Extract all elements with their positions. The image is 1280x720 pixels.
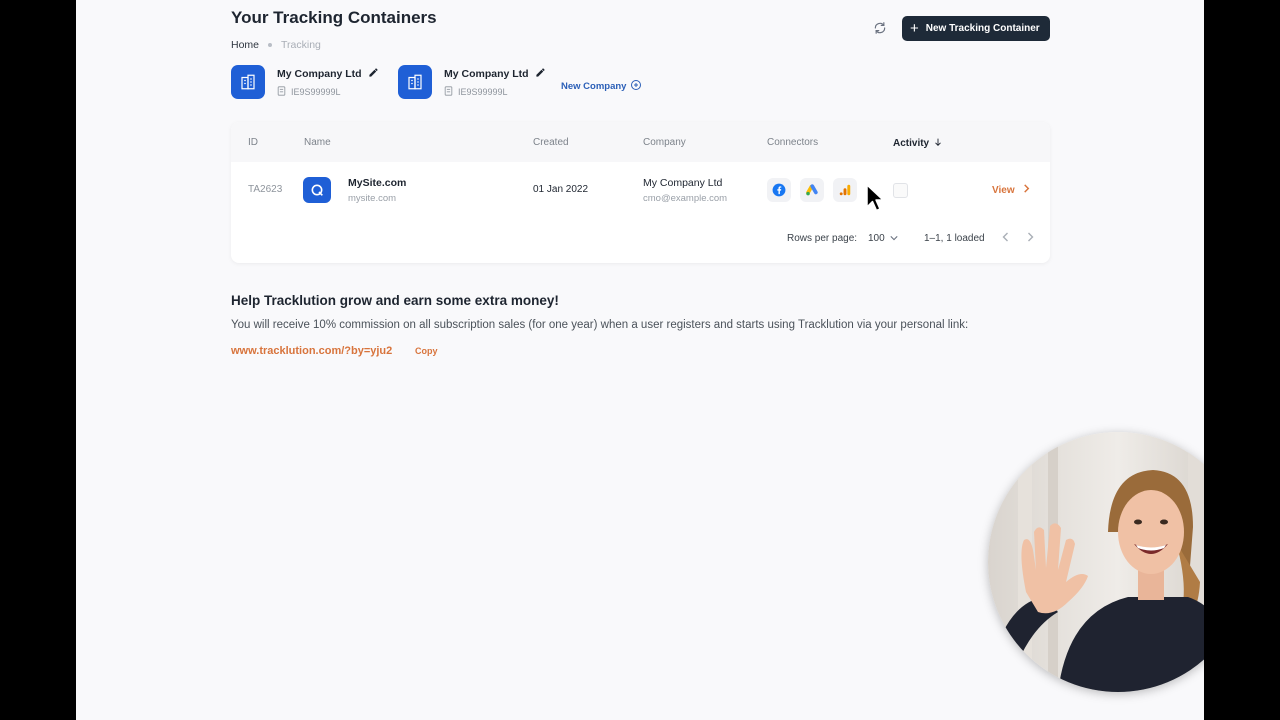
site-logo-icon xyxy=(303,177,331,203)
document-icon xyxy=(444,85,453,98)
view-label: View xyxy=(992,184,1015,196)
arrow-down-icon xyxy=(933,137,943,150)
breadcrumb-home[interactable]: Home xyxy=(231,39,259,51)
activity-checkbox[interactable] xyxy=(893,183,908,198)
view-link[interactable]: View xyxy=(992,184,1030,196)
facebook-icon[interactable] xyxy=(767,178,791,202)
table-header: ID Name Created Company Connectors Activ… xyxy=(231,122,1050,162)
mouse-cursor-icon xyxy=(865,183,885,218)
company-vat: IE9S99999L xyxy=(291,86,341,97)
page: Your Tracking Containers Home Tracking +… xyxy=(76,0,1204,720)
document-icon xyxy=(277,85,286,98)
breadcrumb: Home Tracking xyxy=(231,39,321,51)
company-card[interactable]: My Company Ltd IE9S99999L xyxy=(398,65,546,99)
chevron-left-icon[interactable] xyxy=(1002,230,1009,245)
chevron-right-icon[interactable] xyxy=(1027,230,1034,245)
rows-per-page-value: 100 xyxy=(868,233,885,244)
building-icon xyxy=(231,65,265,99)
tracking-containers-table: ID Name Created Company Connectors Activ… xyxy=(231,122,1050,263)
site-domain: mysite.com xyxy=(348,193,397,204)
google-analytics-icon[interactable] xyxy=(833,178,857,202)
rows-per-page-label: Rows per page: xyxy=(787,233,858,244)
page-title: Your Tracking Containers xyxy=(231,8,437,27)
breadcrumb-separator xyxy=(268,43,273,47)
pencil-icon[interactable] xyxy=(368,67,379,81)
company-vat: IE9S99999L xyxy=(458,86,508,97)
column-activity-label: Activity xyxy=(893,138,930,149)
new-company-button[interactable]: New Company xyxy=(561,79,642,94)
company-name: My Company Ltd xyxy=(277,67,362,80)
site-name[interactable]: MySite.com xyxy=(348,177,406,189)
affiliate-title: Help Tracklution grow and earn some extr… xyxy=(231,293,559,308)
row-id: TA2623 xyxy=(248,184,283,195)
referral-link[interactable]: www.tracklution.com/?by=yju2 xyxy=(231,345,392,357)
new-company-label: New Company xyxy=(561,81,627,92)
plus-circle-icon xyxy=(630,79,642,94)
google-ads-icon[interactable] xyxy=(800,178,824,202)
company-name: My Company Ltd xyxy=(444,67,529,80)
copy-button[interactable]: Copy xyxy=(415,346,438,356)
affiliate-text: You will receive 10% commission on all s… xyxy=(231,319,969,331)
rows-per-page-select[interactable]: 100 xyxy=(868,233,898,244)
row-company: My Company Ltd xyxy=(643,177,723,189)
column-activity[interactable]: Activity xyxy=(893,137,943,150)
column-name[interactable]: Name xyxy=(304,137,331,148)
refresh-icon[interactable] xyxy=(871,19,889,37)
chevron-down-icon xyxy=(890,233,898,244)
pagination-range: 1–1, 1 loaded xyxy=(924,233,985,244)
plus-icon: + xyxy=(910,19,919,37)
webcam-overlay xyxy=(988,432,1204,692)
pencil-icon[interactable] xyxy=(535,67,546,81)
new-tracking-container-label: New Tracking Container xyxy=(925,23,1040,34)
company-card[interactable]: My Company Ltd IE9S99999L xyxy=(231,65,379,99)
column-created[interactable]: Created xyxy=(533,137,569,148)
row-email: cmo@example.com xyxy=(643,193,728,204)
table-row[interactable]: TA2623 MySite.com mysite.com 01 Jan 2022… xyxy=(231,162,1050,217)
new-tracking-container-button[interactable]: + New Tracking Container xyxy=(902,16,1050,41)
column-connectors[interactable]: Connectors xyxy=(767,137,818,148)
chevron-right-icon xyxy=(1023,184,1030,196)
building-icon xyxy=(398,65,432,99)
row-created: 01 Jan 2022 xyxy=(533,184,589,195)
column-company[interactable]: Company xyxy=(643,137,686,148)
breadcrumb-current: Tracking xyxy=(281,39,321,51)
column-id[interactable]: ID xyxy=(248,137,258,148)
